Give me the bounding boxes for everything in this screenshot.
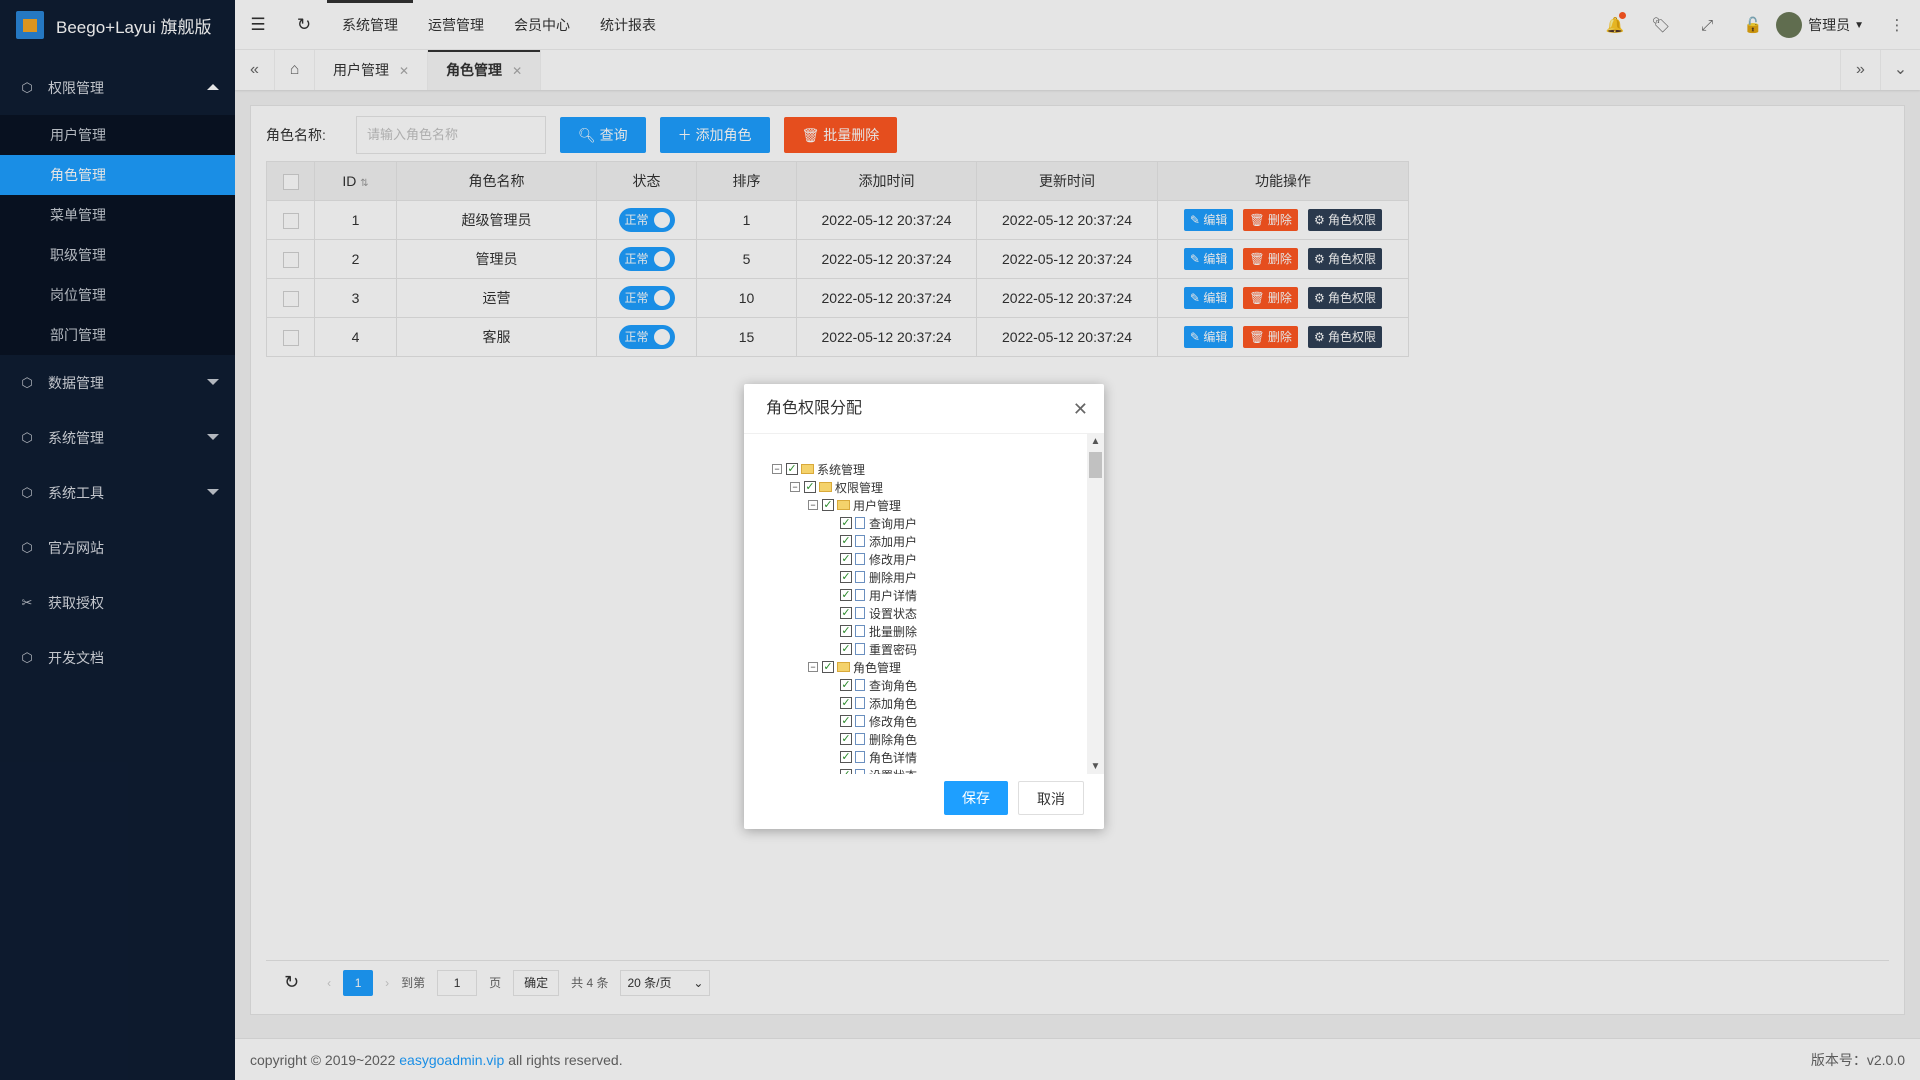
tree-checkbox[interactable]: ✓ [840, 535, 852, 547]
tree-checkbox[interactable]: ✓ [840, 697, 852, 709]
tree-node[interactable]: − ✓ 权限管理 [772, 478, 917, 496]
folder-icon [801, 464, 814, 474]
dialog-title: 角色权限分配 [766, 400, 863, 417]
file-icon [855, 571, 865, 583]
tree-node-label: 添加用户 [869, 534, 918, 549]
scrollbar[interactable]: ▲ ▼ [1087, 434, 1104, 774]
dialog-body: − ✓ 系统管理 − ✓ 权限管理 − ✓ 用户管理 ✓ 查询用户 ✓ 添加用户 ✓ 修改用户 ✓ 删除用户 ✓ 用… [744, 434, 1104, 774]
scroll-up-icon[interactable]: ▲ [1087, 436, 1104, 447]
file-icon [855, 517, 865, 529]
tree-node[interactable]: ✓ 修改用户 [772, 550, 917, 568]
file-icon [855, 625, 865, 637]
collapse-toggle-icon[interactable]: − [808, 500, 818, 510]
tree-checkbox[interactable]: ✓ [840, 751, 852, 763]
save-button[interactable]: 保存 [944, 781, 1008, 815]
tree-node-label: 设置状态 [869, 606, 918, 621]
tree-checkbox[interactable]: ✓ [804, 481, 816, 493]
tree-node-label: 角色管理 [853, 660, 902, 675]
tree-node[interactable]: ✓ 添加用户 [772, 532, 917, 550]
tree-node[interactable]: ✓ 用户详情 [772, 586, 917, 604]
tree-checkbox[interactable]: ✓ [786, 463, 798, 475]
tree-node-label: 用户管理 [853, 498, 902, 513]
tree-node[interactable]: ✓ 添加角色 [772, 694, 917, 712]
scroll-down-icon[interactable]: ▼ [1087, 761, 1104, 772]
tree-checkbox[interactable]: ✓ [840, 715, 852, 727]
tree-node-label: 查询用户 [869, 516, 918, 531]
cancel-button[interactable]: 取消 [1018, 781, 1084, 815]
file-icon [855, 679, 865, 691]
tree-checkbox[interactable]: ✓ [840, 589, 852, 601]
tree-node[interactable]: ✓ 查询角色 [772, 676, 917, 694]
tree-node-label: 删除用户 [869, 570, 918, 585]
dialog-header: 角色权限分配 ✕ [744, 384, 1104, 434]
tree-checkbox[interactable]: ✓ [840, 625, 852, 637]
folder-icon [819, 482, 832, 492]
file-icon [855, 553, 865, 565]
tree-node[interactable]: ✓ 重置密码 [772, 640, 917, 658]
file-icon [855, 733, 865, 745]
tree-node-label: 添加角色 [869, 696, 918, 711]
tree-node-label: 查询角色 [869, 678, 918, 693]
tree-node[interactable]: ✓ 设置状态 [772, 604, 917, 622]
file-icon [855, 751, 865, 763]
tree-node-label: 用户详情 [869, 588, 918, 603]
tree-node-label: 删除角色 [869, 732, 918, 747]
file-icon [855, 643, 865, 655]
tree-checkbox[interactable]: ✓ [840, 769, 852, 774]
folder-icon [837, 662, 850, 672]
tree-node-label: 设置状态 [869, 767, 917, 775]
role-permission-dialog: 角色权限分配 ✕ − ✓ 系统管理 − ✓ 权限管理 − ✓ 用户管理 ✓ 查询用户 ✓ 添加用户 ✓ 修改… [744, 384, 1104, 829]
tree-checkbox[interactable]: ✓ [840, 553, 852, 565]
tree-checkbox[interactable]: ✓ [822, 499, 834, 511]
tree-node[interactable]: ✓ 查询用户 [772, 514, 917, 532]
tree-checkbox[interactable]: ✓ [840, 643, 852, 655]
tree-node-label: 修改角色 [869, 714, 918, 729]
file-icon [855, 607, 865, 619]
collapse-toggle-icon[interactable]: − [790, 482, 800, 492]
tree-node[interactable]: − ✓ 用户管理 [772, 496, 917, 514]
tree-checkbox[interactable]: ✓ [840, 607, 852, 619]
tree-node[interactable]: − ✓ 系统管理 [772, 460, 917, 478]
tree-node[interactable]: ✓ 删除用户 [772, 568, 917, 586]
tree-checkbox[interactable]: ✓ [840, 679, 852, 691]
tree-checkbox[interactable]: ✓ [840, 733, 852, 745]
scroll-thumb[interactable] [1089, 452, 1102, 478]
collapse-toggle-icon[interactable]: − [808, 662, 818, 672]
tree-node[interactable]: ✓ 删除角色 [772, 730, 917, 748]
tree-checkbox[interactable]: ✓ [840, 517, 852, 529]
tree-checkbox[interactable]: ✓ [840, 571, 852, 583]
tree-node[interactable]: ✓ 角色详情 [772, 748, 917, 766]
permission-tree: − ✓ 系统管理 − ✓ 权限管理 − ✓ 用户管理 ✓ 查询用户 ✓ 添加用户 ✓ 修改用户 ✓ 删除用户 ✓ 用… [772, 460, 917, 774]
tree-node[interactable]: ✓ 批量删除 [772, 622, 917, 640]
dialog-footer: 保存 取消 [944, 781, 1084, 815]
tree-node-label: 角色详情 [869, 750, 918, 765]
tree-checkbox[interactable]: ✓ [822, 661, 834, 673]
tree-node[interactable]: ✓ 设置状态 [772, 766, 917, 774]
file-icon [855, 715, 865, 727]
tree-node-label: 权限管理 [835, 480, 884, 495]
file-icon [855, 769, 865, 774]
tree-node[interactable]: − ✓ 角色管理 [772, 658, 917, 676]
close-icon[interactable]: ✕ [1073, 384, 1088, 434]
folder-icon [837, 500, 850, 510]
file-icon [855, 589, 865, 601]
file-icon [855, 535, 865, 547]
tree-node-label: 系统管理 [817, 462, 866, 477]
file-icon [855, 697, 865, 709]
tree-node-label: 重置密码 [869, 642, 918, 657]
collapse-toggle-icon[interactable]: − [772, 464, 782, 474]
tree-node[interactable]: ✓ 修改角色 [772, 712, 917, 730]
tree-node-label: 修改用户 [869, 552, 918, 567]
tree-node-label: 批量删除 [869, 624, 918, 639]
